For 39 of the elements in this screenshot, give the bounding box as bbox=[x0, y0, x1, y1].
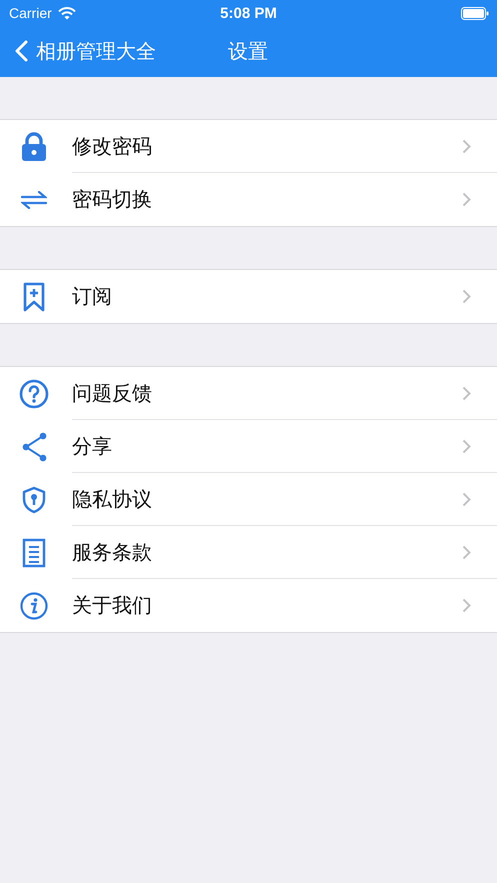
settings-row[interactable]: 隐私协议 bbox=[0, 473, 497, 526]
chevron-icon bbox=[462, 438, 471, 454]
chevron-icon bbox=[462, 192, 471, 207]
chevron-icon bbox=[462, 598, 471, 613]
row-label: 订阅 bbox=[72, 283, 112, 310]
settings-row[interactable]: 分享 bbox=[0, 420, 497, 473]
lock-icon bbox=[21, 132, 47, 162]
chevron-icon bbox=[462, 138, 471, 154]
wifi-icon bbox=[58, 6, 76, 20]
row-label: 服务条款 bbox=[72, 538, 152, 566]
chevron-icon bbox=[462, 386, 471, 400]
settings-row[interactable]: 问题反馈 bbox=[0, 367, 497, 420]
carrier-label: Carrier bbox=[9, 5, 52, 21]
back-chevron-icon bbox=[14, 40, 28, 62]
chevron-icon bbox=[462, 492, 471, 506]
chevron-icon bbox=[462, 544, 471, 560]
settings-row[interactable]: 密码切换 bbox=[0, 173, 497, 226]
settings-row[interactable]: 关于我们 bbox=[0, 579, 497, 632]
document-icon bbox=[22, 538, 46, 568]
settings-row[interactable]: 服务条款 bbox=[0, 526, 497, 579]
row-label: 隐私协议 bbox=[72, 486, 152, 512]
bookmark-plus-icon bbox=[23, 282, 45, 312]
battery-icon bbox=[461, 6, 489, 20]
row-label: 分享 bbox=[72, 432, 112, 460]
swap-arrows-icon bbox=[21, 190, 47, 208]
row-label: 修改密码 bbox=[72, 132, 152, 160]
info-icon bbox=[19, 590, 49, 620]
chevron-icon bbox=[462, 289, 471, 304]
back-button[interactable]: 相册管理大全 bbox=[0, 38, 156, 64]
nav-title: 设置 bbox=[228, 38, 268, 64]
share-icon bbox=[21, 432, 47, 462]
shield-keyhole-icon bbox=[22, 486, 46, 514]
row-label: 问题反馈 bbox=[72, 380, 152, 406]
help-icon bbox=[19, 378, 49, 408]
status-time: 5:08 PM bbox=[220, 4, 277, 22]
settings-row[interactable]: 修改密码 bbox=[0, 120, 497, 173]
settings-row[interactable]: 订阅 bbox=[0, 270, 497, 323]
row-label: 关于我们 bbox=[72, 592, 152, 619]
row-label: 密码切换 bbox=[72, 186, 152, 213]
